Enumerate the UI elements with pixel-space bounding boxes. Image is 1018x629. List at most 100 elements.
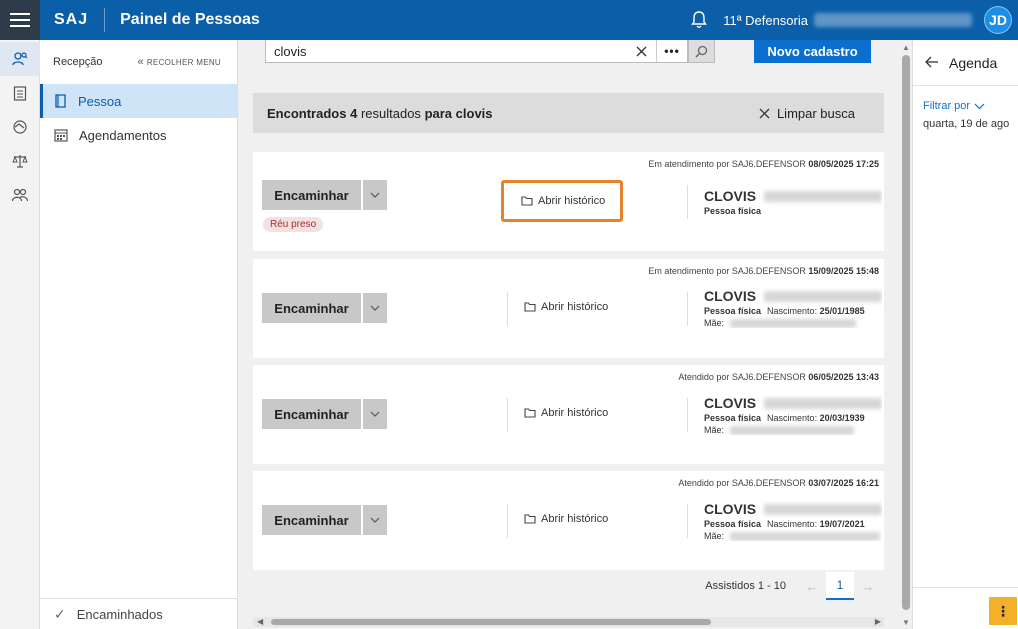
open-history-button[interactable]: Abrir histórico [524,301,608,313]
agenda-title: Agenda [949,54,998,71]
person-mother: Mãe: [704,318,882,328]
open-history-button[interactable]: Abrir histórico [524,407,608,419]
results-summary: Encontrados 4 resultados para clovis Lim… [253,93,884,133]
forward-button[interactable]: Encaminhar [262,180,361,210]
vertical-scroll-thumb[interactable] [902,55,910,610]
scales-icon [12,155,28,168]
check-icon: ✓ [54,605,66,622]
person-details: Pessoa física Nascimento: 20/03/1939 [704,413,865,423]
side-nav: Recepção « RECOLHER MENU Pessoa Agendame… [40,40,238,629]
agenda-footer: ⋮ [913,587,1018,629]
person-details: Pessoa física Nascimento: 25/01/1985 [704,306,865,316]
pagination-range: Assistidos 1 - 10 [705,580,786,592]
open-history-label: Abrir histórico [541,301,609,313]
new-registration-button[interactable]: Novo cadastro [754,40,871,63]
chevron-down-icon [370,517,380,523]
handshake-icon [13,120,27,134]
forward-button[interactable]: Encaminhar [262,505,361,535]
folder-icon [521,196,533,206]
chevron-down-icon [974,103,985,109]
folder-icon [524,302,536,312]
rail-agreements[interactable] [0,110,40,144]
rail-groups[interactable] [0,178,40,212]
scroll-right-icon[interactable]: ▶ [875,617,881,626]
horizontal-scrollbar[interactable]: ◀ ▶ [253,617,884,627]
person-card: Atendido por SAJ6.DEFENSOR 03/07/2025 16… [253,471,884,570]
vertical-scrollbar[interactable]: ▲ ▼ [900,40,912,629]
more-actions-button[interactable]: ⋮ [989,597,1017,625]
scroll-left-icon[interactable]: ◀ [257,617,263,626]
forward-split-button: Encaminhar [262,399,387,429]
clear-search-icon[interactable] [627,40,657,62]
chevron-down-icon [370,305,380,311]
rail-documents[interactable] [0,76,40,110]
group-icon [12,188,28,202]
results-term: clovis [455,105,493,121]
forward-split-button: Encaminhar [262,180,387,210]
forward-dropdown[interactable] [363,399,387,429]
collapse-menu-button[interactable]: « RECOLHER MENU [137,56,221,68]
person-name[interactable]: CLOVIS [704,395,882,411]
brand-logo[interactable]: SAJ [54,11,88,29]
open-history-button[interactable]: Abrir histórico [501,180,624,222]
card-status: Em atendimento por SAJ6.DEFENSOR 08/05/2… [648,159,879,169]
next-page-arrow-icon[interactable]: → [854,572,882,600]
collapse-menu-label: RECOLHER MENU [146,57,221,67]
agenda-header: Agenda [913,40,1018,86]
org-name[interactable]: 11ª Defensoria [723,13,808,28]
side-nav-header: Recepção « RECOLHER MENU [40,40,237,84]
person-card: Em atendimento por SAJ6.DEFENSOR 08/05/2… [253,152,884,251]
sidebar-item-encaminhados[interactable]: ✓ Encaminhados [40,598,238,629]
person-info: CLOVIS Pessoa física Nascimento: 20/03/19… [704,395,882,435]
clipboard-icon [13,86,27,101]
card-status: Em atendimento por SAJ6.DEFENSOR 15/09/2… [648,266,879,276]
forward-dropdown[interactable] [363,505,387,535]
search-bar: clovis ••• [265,40,715,63]
hamburger-icon [10,13,30,27]
card-divider [687,398,688,432]
card-divider [507,292,508,326]
page-current[interactable]: 1 [826,572,854,600]
search-input[interactable]: clovis ••• [265,40,688,63]
results-for: para [424,105,453,121]
open-history-label: Abrir histórico [541,513,609,525]
more-options-icon[interactable]: ••• [657,40,687,62]
person-type: Pessoa física [704,206,762,216]
card-status: Atendido por SAJ6.DEFENSOR 03/07/2025 16… [678,478,879,488]
back-arrow-icon[interactable] [925,55,939,71]
search-value: clovis [274,43,307,59]
folder-icon [524,514,536,524]
clear-search-button[interactable]: Limpar busca [759,106,855,121]
scroll-up-icon[interactable]: ▲ [902,43,910,52]
person-name[interactable]: CLOVIS [704,501,882,517]
user-avatar[interactable]: JD [984,6,1012,34]
status-badge: Réu preso [263,217,324,232]
sidebar-item-pessoa[interactable]: Pessoa [40,84,237,118]
card-divider [507,504,508,538]
forward-dropdown[interactable] [363,293,387,323]
chevron-down-icon [370,411,380,417]
brand-divider [104,8,106,32]
rail-legal[interactable] [0,144,40,178]
horizontal-scroll-thumb[interactable] [271,619,711,625]
person-name[interactable]: CLOVIS [704,188,882,204]
filter-dropdown[interactable]: Filtrar por [923,100,1018,112]
rail-people[interactable] [0,42,40,76]
forward-button[interactable]: Encaminhar [262,399,361,429]
forward-button[interactable]: Encaminhar [262,293,361,323]
sidebar-item-agendamentos[interactable]: Agendamentos [40,118,237,152]
menu-button[interactable] [0,0,40,40]
prev-page-arrow-icon[interactable]: ← [798,572,826,600]
open-history-button[interactable]: Abrir histórico [524,513,608,525]
notifications-bell-icon[interactable] [689,10,709,30]
kebab-icon: ⋮ [996,602,1010,619]
calendar-icon [54,129,68,142]
agenda-date: quarta, 19 de ago [923,118,1010,130]
person-name[interactable]: CLOVIS [704,288,882,304]
org-name-redacted [814,13,972,27]
folder-icon [524,408,536,418]
search-button[interactable] [688,40,715,63]
scroll-down-icon[interactable]: ▼ [902,618,910,627]
clear-search-label: Limpar busca [776,105,855,121]
forward-dropdown[interactable] [363,180,387,210]
